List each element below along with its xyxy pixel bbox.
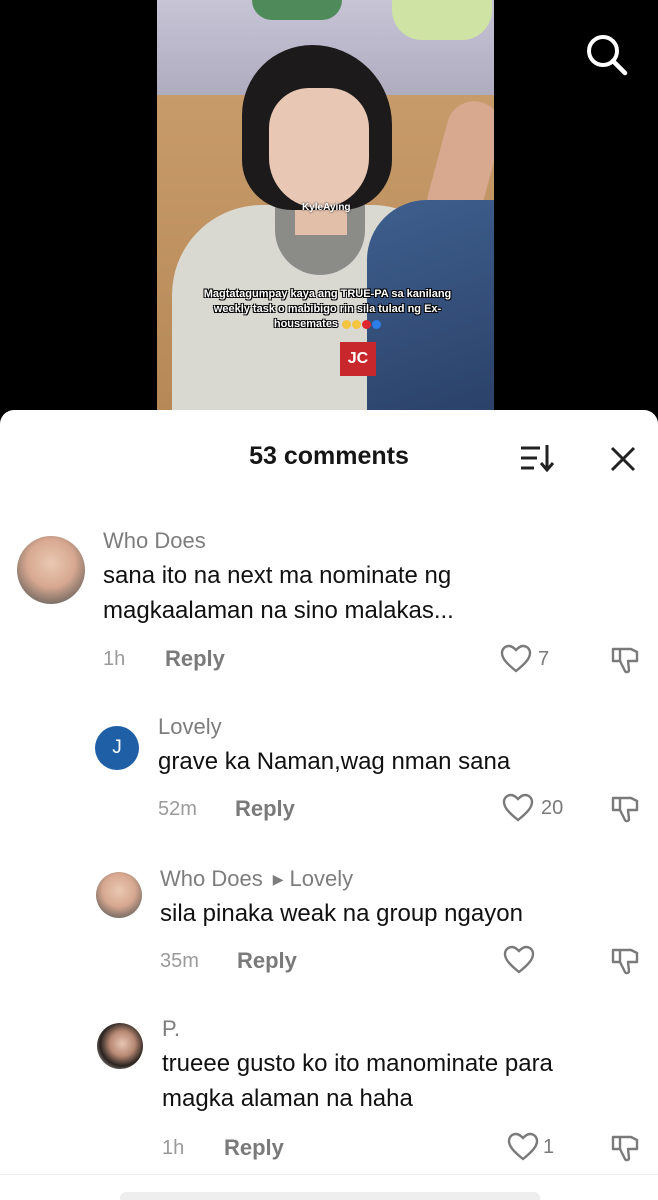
comment-username-text: Who Does (160, 866, 263, 891)
like-icon[interactable] (502, 793, 534, 823)
jacket-badge: JC (340, 342, 376, 376)
red-heart-icon (362, 319, 372, 329)
comment-time: 35m (160, 950, 199, 972)
video-player[interactable]: JC KyleAying Magtatagumpay kaya ang TRUE… (0, 0, 658, 430)
comment-text-line: grave ka Naman,wag nman sana (158, 748, 511, 775)
comment-text-line: trueee gusto ko ito manominate para (162, 1050, 553, 1077)
comment-username[interactable]: Who Does (103, 528, 206, 554)
comment-item: P. trueee gusto ko ito manominate para m… (0, 1010, 658, 1175)
thinking-emoji-icon (342, 319, 352, 329)
comment-text: sila pinaka weak na group ngayon (160, 896, 523, 931)
video-watermark: KyleAying (302, 202, 351, 213)
comments-sheet: 53 comments Who Does sana ito na next ma… (0, 410, 658, 1200)
dislike-icon[interactable] (609, 945, 641, 977)
comment-input-bar[interactable] (120, 1192, 540, 1200)
comment-item: Who Does sana ito na next ma nominate ng… (0, 520, 658, 680)
video-frame[interactable]: JC KyleAying Magtatagumpay kaya ang TRUE… (157, 0, 494, 415)
comment-text: grave ka Naman,wag nman sana (158, 744, 510, 779)
like-icon[interactable] (503, 945, 535, 975)
comment-text-line: magkaalaman na sino malakas... (103, 597, 454, 624)
video-decor (252, 0, 342, 20)
reply-button[interactable]: Reply (165, 646, 225, 672)
close-icon[interactable] (604, 440, 642, 478)
comment-time: 1h (103, 648, 126, 670)
like-icon[interactable] (507, 1132, 539, 1162)
like-icon[interactable] (500, 644, 532, 674)
reply-button[interactable]: Reply (224, 1135, 284, 1161)
dislike-icon[interactable] (609, 644, 641, 676)
comment-item: J Lovely grave ka Naman,wag nman sana 52… (0, 708, 658, 838)
comment-text-line: magka alaman na haha (162, 1085, 413, 1112)
dislike-icon[interactable] (609, 1132, 641, 1164)
reply-button[interactable]: Reply (237, 948, 297, 974)
dislike-icon[interactable] (609, 793, 641, 825)
avatar[interactable] (96, 872, 142, 918)
comment-username[interactable]: P. (162, 1016, 180, 1042)
comments-header: 53 comments (0, 410, 658, 502)
comment-username[interactable]: Who Does ▶ Lovely (160, 866, 353, 892)
comment-text: sana ito na next ma nominate ng magkaala… (103, 558, 454, 628)
reply-target-username[interactable]: Lovely (290, 866, 354, 891)
like-count: 20 (541, 797, 564, 819)
reply-arrow-icon: ▶ (272, 871, 284, 887)
comments-count-title: 53 comments (249, 442, 409, 470)
comment-time: 1h (162, 1137, 185, 1159)
comment-text-line: sana ito na next ma nominate ng (103, 562, 452, 589)
pleading-emoji-icon (352, 319, 362, 329)
avatar[interactable] (97, 1023, 143, 1069)
like-count: 1 (543, 1136, 555, 1158)
sort-icon[interactable] (516, 440, 556, 476)
comment-username[interactable]: Lovely (158, 714, 222, 740)
video-person-face (269, 88, 369, 208)
avatar[interactable] (17, 536, 85, 604)
comment-item: Who Does ▶ Lovely sila pinaka weak na grou… (0, 860, 658, 990)
blue-heart-icon (372, 319, 382, 329)
comment-text: trueee gusto ko ito manominate para magk… (162, 1046, 553, 1116)
video-caption-text: Magtatagumpay kaya ang TRUE-PA sa kanila… (203, 288, 452, 330)
reply-button[interactable]: Reply (235, 796, 295, 822)
like-count: 7 (538, 648, 550, 670)
avatar[interactable]: J (95, 726, 139, 770)
comment-text-line: sila pinaka weak na group ngayon (160, 900, 523, 927)
video-decor (392, 0, 492, 40)
video-caption: Magtatagumpay kaya ang TRUE-PA sa kanila… (195, 287, 460, 332)
divider (0, 1174, 658, 1175)
search-icon[interactable] (584, 32, 630, 78)
comment-time: 52m (158, 798, 197, 820)
